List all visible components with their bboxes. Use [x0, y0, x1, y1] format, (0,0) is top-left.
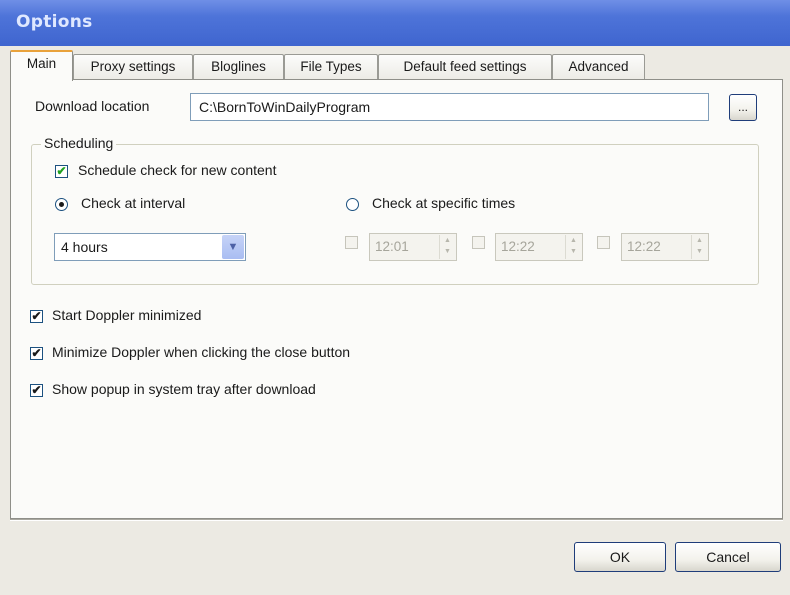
cancel-button[interactable]: Cancel [675, 542, 781, 572]
schedule-check-label: Schedule check for new content [78, 162, 277, 178]
tab-default-feed-settings[interactable]: Default feed settings [378, 54, 552, 80]
time-2-checkbox[interactable] [472, 236, 485, 249]
browse-button[interactable]: ... [729, 94, 757, 121]
scheduling-legend: Scheduling [41, 135, 117, 151]
options-dialog: Main Proxy settings Bloglines File Types… [0, 46, 790, 595]
interval-dropdown[interactable]: 4 hours ▼ [54, 233, 246, 261]
interval-dropdown-value: 4 hours [61, 239, 108, 255]
time-1-checkbox[interactable] [345, 236, 358, 249]
window-title: Options [16, 12, 93, 32]
time-1-spinner[interactable]: 12:01 ▲ ▼ [369, 233, 457, 261]
time-3-spinner[interactable]: 12:22 ▲ ▼ [621, 233, 709, 261]
minimize-on-close-label: Minimize Doppler when clicking the close… [52, 344, 351, 360]
tab-proxy-settings[interactable]: Proxy settings [73, 54, 193, 80]
check-at-interval-label: Check at interval [81, 195, 186, 211]
title-bar[interactable]: Options [0, 0, 790, 46]
checkmark-icon: ✔ [31, 346, 42, 360]
chevron-down-icon[interactable]: ▼ [222, 235, 244, 259]
checkmark-icon: ✔ [56, 164, 67, 178]
ok-button[interactable]: OK [574, 542, 666, 572]
spin-arrows-icon[interactable]: ▲ ▼ [691, 235, 707, 259]
tab-file-types[interactable]: File Types [284, 54, 378, 80]
schedule-check-checkbox[interactable]: ✔ [55, 165, 68, 178]
time-2-value: 12:22 [501, 239, 535, 254]
start-minimized-checkbox[interactable]: ✔ [30, 310, 43, 323]
time-3-value: 12:22 [627, 239, 661, 254]
check-at-specific-times-radio[interactable] [346, 198, 359, 211]
start-minimized-label: Start Doppler minimized [52, 307, 202, 323]
tab-bloglines[interactable]: Bloglines [193, 54, 284, 80]
tab-main[interactable]: Main [10, 50, 73, 81]
check-at-interval-radio[interactable] [55, 198, 68, 211]
time-3-checkbox[interactable] [597, 236, 610, 249]
time-2-spinner[interactable]: 12:22 ▲ ▼ [495, 233, 583, 261]
main-tab-panel: Download location C:\BornToWinDailyProgr… [10, 79, 783, 519]
spin-arrows-icon[interactable]: ▲ ▼ [439, 235, 455, 259]
download-location-label: Download location [35, 98, 150, 114]
minimize-on-close-checkbox[interactable]: ✔ [30, 347, 43, 360]
tab-advanced[interactable]: Advanced [552, 54, 645, 80]
show-popup-label: Show popup in system tray after download [52, 381, 316, 397]
spin-arrows-icon[interactable]: ▲ ▼ [565, 235, 581, 259]
checkmark-icon: ✔ [31, 309, 42, 323]
checkmark-icon: ✔ [31, 383, 42, 397]
check-at-specific-times-label: Check at specific times [372, 195, 516, 211]
time-1-value: 12:01 [375, 239, 409, 254]
footer-separator [10, 519, 783, 521]
show-popup-checkbox[interactable]: ✔ [30, 384, 43, 397]
download-location-input[interactable]: C:\BornToWinDailyProgram [190, 93, 709, 121]
